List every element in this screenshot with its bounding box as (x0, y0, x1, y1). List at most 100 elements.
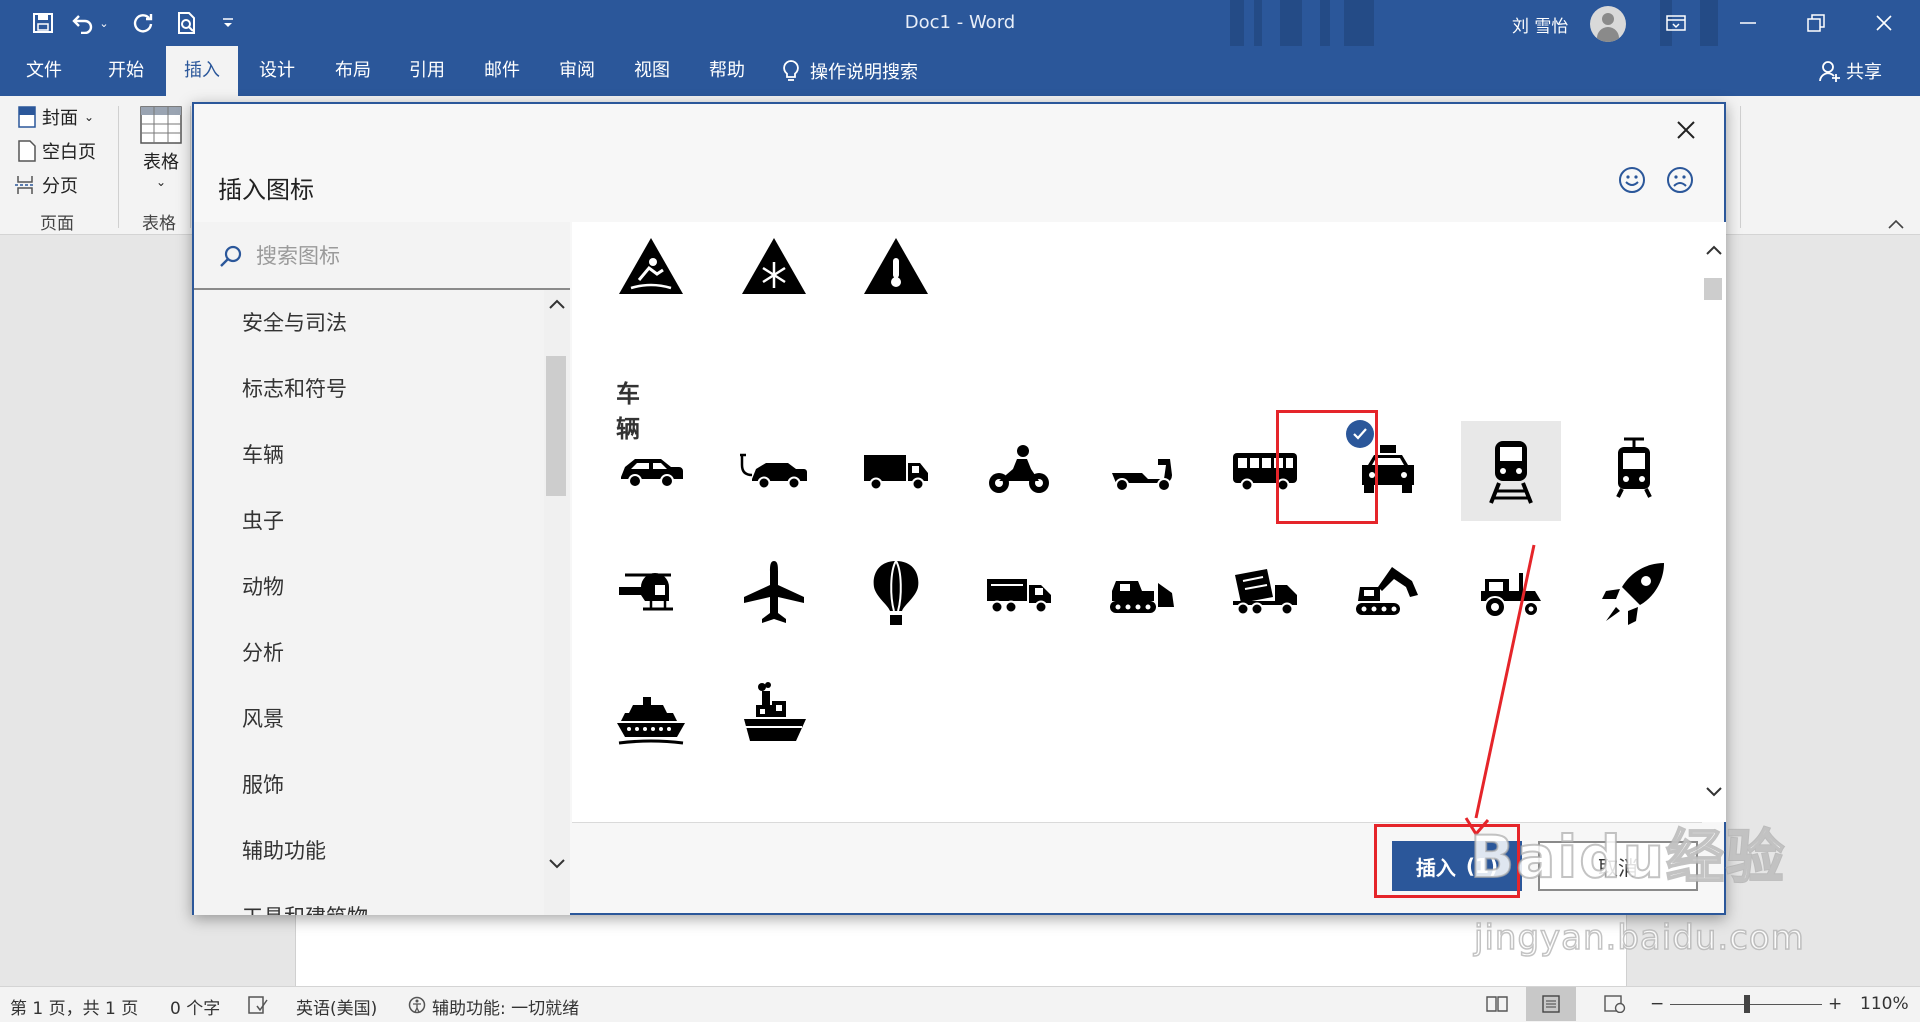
category-item[interactable]: 标志和符号 (242, 373, 347, 403)
motorcycle-icon[interactable] (969, 421, 1069, 521)
close-icon[interactable] (1666, 110, 1706, 150)
steamboat-icon[interactable] (724, 665, 824, 765)
cement-mixer-icon[interactable] (1215, 543, 1315, 643)
search-icon (218, 244, 244, 274)
car-icon[interactable] (601, 421, 701, 521)
close-window-icon[interactable] (1864, 8, 1904, 38)
category-item[interactable]: 车辆 (242, 439, 284, 469)
ribbon-separator (118, 106, 119, 228)
category-item[interactable]: 虫子 (242, 505, 284, 535)
dialog-title: 插入图标 (218, 176, 314, 204)
category-item[interactable]: 辅助功能 (242, 835, 326, 865)
scooter-icon[interactable] (1092, 421, 1192, 521)
category-item[interactable]: 分析 (242, 637, 284, 667)
scroll-up-icon[interactable] (545, 292, 569, 316)
tab-design[interactable]: 设计 (242, 46, 312, 96)
restore-icon[interactable] (1796, 8, 1836, 38)
share-label: 共享 (1846, 62, 1882, 83)
gallery-scroll-up-icon[interactable] (1702, 238, 1726, 262)
tab-references[interactable]: 引用 (392, 46, 462, 96)
category-item[interactable]: 动物 (242, 571, 284, 601)
footer-divider (572, 822, 1702, 823)
collapse-ribbon-icon[interactable] (1888, 214, 1904, 233)
category-item[interactable]: 工具和建筑物 (242, 901, 368, 915)
cruise-ship-icon[interactable] (601, 665, 701, 765)
page-break-button[interactable]: 分页 (14, 172, 78, 198)
hot-air-balloon-icon[interactable] (846, 543, 946, 643)
tab-review[interactable]: 审阅 (542, 46, 612, 96)
cover-page-icon (18, 106, 36, 128)
page-count[interactable]: 第 1 页，共 1 页 (10, 994, 138, 1019)
rocket-icon[interactable] (1584, 543, 1684, 643)
tab-file[interactable]: 文件 (10, 46, 78, 96)
airplane-icon[interactable] (724, 543, 824, 643)
web-layout-icon[interactable] (1604, 995, 1626, 1018)
tram-icon[interactable] (1584, 421, 1684, 521)
scroll-down-icon[interactable] (545, 852, 569, 876)
insert-button-highlight (1374, 824, 1520, 898)
minimize-icon[interactable] (1728, 8, 1768, 38)
category-item[interactable]: 服饰 (242, 769, 284, 799)
title-bar: ⌄ Doc1 - Word 刘 雪怡 (0, 0, 1920, 46)
ribbon-display-options-icon[interactable] (1656, 8, 1696, 38)
snowflake-warning-icon[interactable] (724, 218, 824, 318)
train-icon[interactable] (1461, 421, 1561, 521)
category-scroll-thumb[interactable] (546, 356, 566, 496)
zoom-slider-thumb[interactable] (1744, 995, 1750, 1013)
cancel-button[interactable]: 取消 (1538, 841, 1698, 891)
document-title: Doc1 - Word (904, 12, 1016, 33)
blank-page-label: 空白页 (42, 142, 96, 163)
blank-page-button[interactable]: 空白页 (18, 138, 96, 164)
tab-view[interactable]: 视图 (617, 46, 687, 96)
excavator-icon[interactable] (1338, 543, 1438, 643)
gallery-scroll-thumb[interactable] (1704, 278, 1722, 300)
zoom-out-icon[interactable]: − (1650, 994, 1664, 1014)
user-name[interactable]: 刘 雪怡 (1512, 12, 1568, 37)
ribbon-separator (1740, 106, 1741, 228)
read-mode-icon[interactable] (1486, 995, 1508, 1018)
accessibility-icon (408, 996, 426, 1019)
tab-insert[interactable]: 插入 (166, 46, 238, 96)
cover-page-label: 封面 (42, 108, 78, 129)
ribbon-separator (190, 106, 191, 228)
page-break-label: 分页 (42, 176, 78, 197)
share-button[interactable]: 共享 (1818, 46, 1882, 96)
checkmark-icon (1346, 420, 1374, 448)
gallery-scrollbar[interactable] (1702, 222, 1726, 822)
slippery-warning-icon[interactable] (601, 218, 701, 318)
search-input[interactable] (254, 240, 548, 272)
cover-page-button[interactable]: 封面 ⌄ (18, 104, 94, 130)
smile-feedback-icon[interactable] (1616, 164, 1648, 196)
gallery-scroll-down-icon[interactable] (1702, 780, 1726, 804)
tab-help[interactable]: 帮助 (692, 46, 762, 96)
search-box[interactable] (194, 222, 570, 290)
language-indicator[interactable]: 英语(美国) (296, 994, 377, 1019)
accessibility-status[interactable]: 辅助功能: 一切就绪 (432, 994, 579, 1019)
helicopter-icon[interactable] (601, 543, 701, 643)
avatar[interactable] (1590, 6, 1626, 42)
dump-truck-icon[interactable] (969, 543, 1069, 643)
lightbulb-icon (783, 60, 799, 81)
electric-car-icon[interactable] (724, 421, 824, 521)
blank-page-icon (18, 140, 36, 162)
zoom-level[interactable]: 110% (1860, 994, 1909, 1014)
frown-feedback-icon[interactable] (1664, 164, 1696, 196)
print-layout-icon[interactable] (1526, 987, 1576, 1021)
tab-layout[interactable]: 布局 (318, 46, 388, 96)
temperature-warning-icon[interactable] (846, 218, 946, 318)
tab-home[interactable]: 开始 (90, 46, 162, 96)
proofing-icon[interactable] (248, 996, 268, 1019)
tractor-icon[interactable] (1461, 543, 1561, 643)
ribbon-tabs: 文件 开始 插入 设计 布局 引用 邮件 审阅 视图 帮助 操作说明搜索 共享 (0, 46, 1920, 96)
tables-group-label: 表格 (142, 214, 176, 234)
tab-mailings[interactable]: 邮件 (467, 46, 537, 96)
category-item[interactable]: 安全与司法 (242, 307, 347, 337)
zoom-in-icon[interactable]: + (1828, 994, 1842, 1014)
table-button[interactable]: 表格 ⌄ (140, 106, 182, 188)
truck-icon[interactable] (846, 421, 946, 521)
tell-me-search[interactable]: 操作说明搜索 (782, 46, 918, 96)
category-item[interactable]: 风景 (242, 703, 284, 733)
word-count[interactable]: 0 个字 (170, 994, 220, 1019)
category-list: 安全与司法 标志和符号 车辆 虫子 动物 分析 风景 服饰 辅助功能 工具和建筑… (194, 290, 544, 915)
bulldozer-icon[interactable] (1092, 543, 1192, 643)
